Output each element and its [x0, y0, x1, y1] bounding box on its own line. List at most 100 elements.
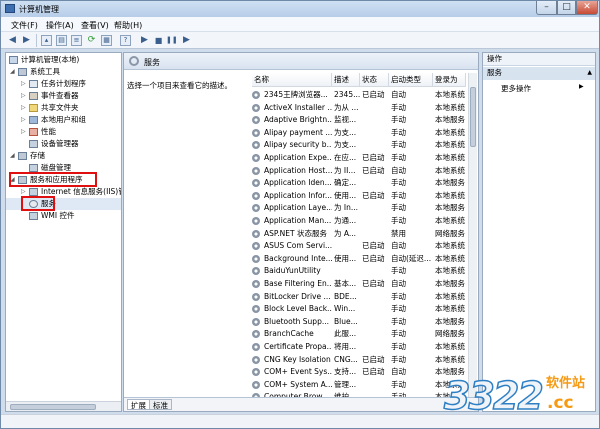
menu-view[interactable]: 查看(V) [81, 20, 109, 31]
collapse-arrow-icon[interactable]: ▷ [21, 102, 26, 114]
tree-item-local-users[interactable]: ▷ 本地用户和组 [6, 114, 121, 126]
service-desc-cell: 使用... [334, 253, 357, 263]
service-row[interactable]: Background Inte... 使用... 已启动 自动(延迟... 本地系统 [252, 253, 466, 266]
tree-item-task-scheduler[interactable]: ▷ 任务计划程序 [6, 78, 121, 90]
service-logon-cell: 本地系统 [435, 165, 465, 175]
service-logon-cell: 本地系统 [435, 127, 465, 137]
service-status-cell: 已启动 [362, 241, 385, 251]
service-row[interactable]: BitLocker Drive ... BDE... 手动 本地系统 [252, 291, 466, 304]
menu-action[interactable]: 操作(A) [46, 20, 74, 31]
collapse-up-icon[interactable]: ▲ [587, 67, 592, 79]
collapse-arrow-icon[interactable]: ▷ [21, 126, 26, 138]
service-row[interactable]: BaiduYunUtility 手动 本地系统 [252, 265, 466, 278]
expand-arrow-icon[interactable]: ◢ [10, 150, 15, 162]
actions-section-services[interactable]: 服务 ▲ [483, 67, 595, 80]
services-title: 服务 [144, 58, 160, 67]
horizontal-scrollbar[interactable] [6, 401, 121, 411]
column-header-startup-type[interactable]: 启动类型 [389, 73, 433, 87]
back-icon[interactable]: ◀ [7, 35, 18, 46]
forward-icon[interactable]: ▶ [21, 35, 32, 46]
service-row[interactable]: Alipay security b... 为支... 手动 本地系统 [252, 139, 466, 152]
tree-item-device-manager[interactable]: 设备管理器 [6, 138, 121, 150]
service-row[interactable]: Application Expe... 在应... 已启动 手动 本地系统 [252, 152, 466, 165]
service-logon-cell: 本地系统 [435, 90, 465, 99]
column-header-description[interactable]: 描述 [332, 73, 360, 87]
service-row[interactable]: ASP.NET 状态服务为 A... 禁用 网络服务 [252, 228, 466, 241]
stop-service-icon[interactable]: ■ [153, 35, 164, 46]
service-row[interactable]: Application Laye... 为 In... 手动 本地服务 [252, 202, 466, 215]
menu-file[interactable]: 文件(F) [11, 20, 38, 31]
tree-item-shared-folders[interactable]: ▷ 共享文件夹 [6, 102, 121, 114]
column-header-name[interactable]: 名称 [252, 73, 332, 87]
service-gear-icon [252, 242, 260, 251]
more-actions-item[interactable]: 更多操作 ▶ [501, 83, 584, 94]
column-header-logon-as[interactable]: 登录为 [433, 73, 466, 87]
service-startup-cell: 手动 [391, 354, 406, 364]
service-row[interactable]: Certificate Propa... 将用... 手动 本地系统 [252, 341, 466, 354]
maximize-button[interactable]: □ [557, 1, 576, 15]
service-startup-cell: 禁用 [391, 228, 406, 238]
tree-item-performance[interactable]: ▷ 性能 [6, 126, 121, 138]
collapse-arrow-icon[interactable]: ▷ [21, 90, 26, 102]
service-status-cell: 已启动 [362, 253, 385, 263]
tree-item-system-tools[interactable]: ◢ 系统工具 [6, 66, 121, 78]
service-row[interactable]: Application Infor... 使用... 已启动 手动 本地系统 [252, 190, 466, 203]
show-hide-tree-icon[interactable]: ▤ [56, 35, 67, 46]
tree-item-event-viewer[interactable]: ▷ 事件查看器 [6, 90, 121, 102]
properties-icon[interactable]: ≡ [71, 35, 82, 46]
tree-item-root[interactable]: 计算机管理(本地) [6, 54, 121, 66]
minimize-button[interactable]: – [536, 1, 557, 15]
vertical-scrollbar[interactable] [468, 73, 477, 397]
column-header-status[interactable]: 状态 [360, 73, 389, 87]
service-logon-cell: 本地系统 [435, 190, 465, 200]
up-folder-icon[interactable]: ▴ [41, 35, 52, 46]
service-startup-cell: 手动 [391, 304, 406, 314]
service-row[interactable]: Application Man... 为通... 手动 本地系统 [252, 215, 466, 228]
service-startup-cell: 自动 [391, 165, 406, 175]
service-row[interactable]: Alipay payment ... 为支... 手动 本地系统 [252, 127, 466, 140]
collapse-arrow-icon[interactable]: ▷ [21, 114, 26, 126]
service-row[interactable]: ActiveX Installer ... 为从 ... 手动 本地系统 [252, 102, 466, 115]
pause-service-icon[interactable]: ❚❚ [166, 35, 178, 46]
collapse-arrow-icon[interactable]: ▷ [21, 78, 26, 90]
start-service-icon[interactable]: ▶ [139, 35, 150, 46]
service-row[interactable]: CNG Key Isolation CNG... 已启动 手动 本地系统 [252, 354, 466, 367]
service-name-cell: Application Host... [264, 165, 332, 175]
service-logon-cell: 本地系统 [435, 304, 465, 314]
service-row[interactable]: Base Filtering En... 基本... 已启动 自动 本地服务 [252, 278, 466, 291]
tab-standard[interactable]: 标准 [149, 399, 172, 410]
service-gear-icon [252, 267, 260, 276]
expand-arrow-icon[interactable]: ◢ [10, 66, 15, 78]
restart-service-icon[interactable]: ▶ [181, 35, 192, 46]
service-startup-cell: 自动 [391, 367, 406, 377]
service-row[interactable]: Bluetooth Supp... Blue... 手动 本地服务 [252, 316, 466, 329]
service-status-cell: 已启动 [362, 354, 385, 364]
service-row[interactable]: BranchCache 此服... 手动 网络服务 [252, 328, 466, 341]
service-row[interactable]: Application Iden... 确定... 手动 本地服务 [252, 177, 466, 190]
tree-item-wmi[interactable]: WMI 控件 [6, 210, 121, 222]
service-row[interactable]: Adaptive Brightn... 监视... 手动 本地服务 [252, 114, 466, 127]
menu-help[interactable]: 帮助(H) [114, 20, 142, 31]
service-gear-icon [252, 154, 260, 162]
tab-extended[interactable]: 扩展 [127, 399, 150, 410]
service-row[interactable]: COM+ Event Sys... 支持... 已启动 自动 本地服务 [252, 366, 466, 379]
help-icon[interactable]: ? [120, 35, 131, 46]
service-row[interactable]: ASUS Com Servi... 已启动 自动 本地系统 [252, 240, 466, 253]
more-actions-label: 更多操作 [501, 84, 531, 93]
close-button[interactable]: ✕ [576, 1, 598, 15]
scrollbar-thumb[interactable] [470, 87, 476, 147]
service-row[interactable]: COM+ System A... 管理... 手动 本地系统 [252, 379, 466, 392]
service-logon-cell: 网络服务 [435, 329, 465, 339]
service-row[interactable]: Block Level Back... Win... 手动 本地系统 [252, 303, 466, 316]
scrollbar-thumb[interactable] [10, 404, 96, 410]
service-row[interactable]: 2345王牌浏览器... 2345... 已启动 自动 本地系统 [252, 89, 466, 102]
service-logon-cell: 本地服务 [435, 316, 465, 326]
service-startup-cell: 手动 [391, 178, 406, 188]
service-status-cell: 已启动 [362, 279, 385, 288]
service-startup-cell: 手动 [391, 291, 406, 301]
service-gear-icon [252, 141, 260, 150]
tree-item-storage[interactable]: ◢ 存储 [6, 150, 121, 162]
service-row[interactable]: Application Host... 为 II... 已启动 自动 本地系统 [252, 165, 466, 178]
refresh-icon[interactable]: ⟳ [86, 35, 97, 46]
export-list-icon[interactable]: ▦ [101, 35, 112, 46]
